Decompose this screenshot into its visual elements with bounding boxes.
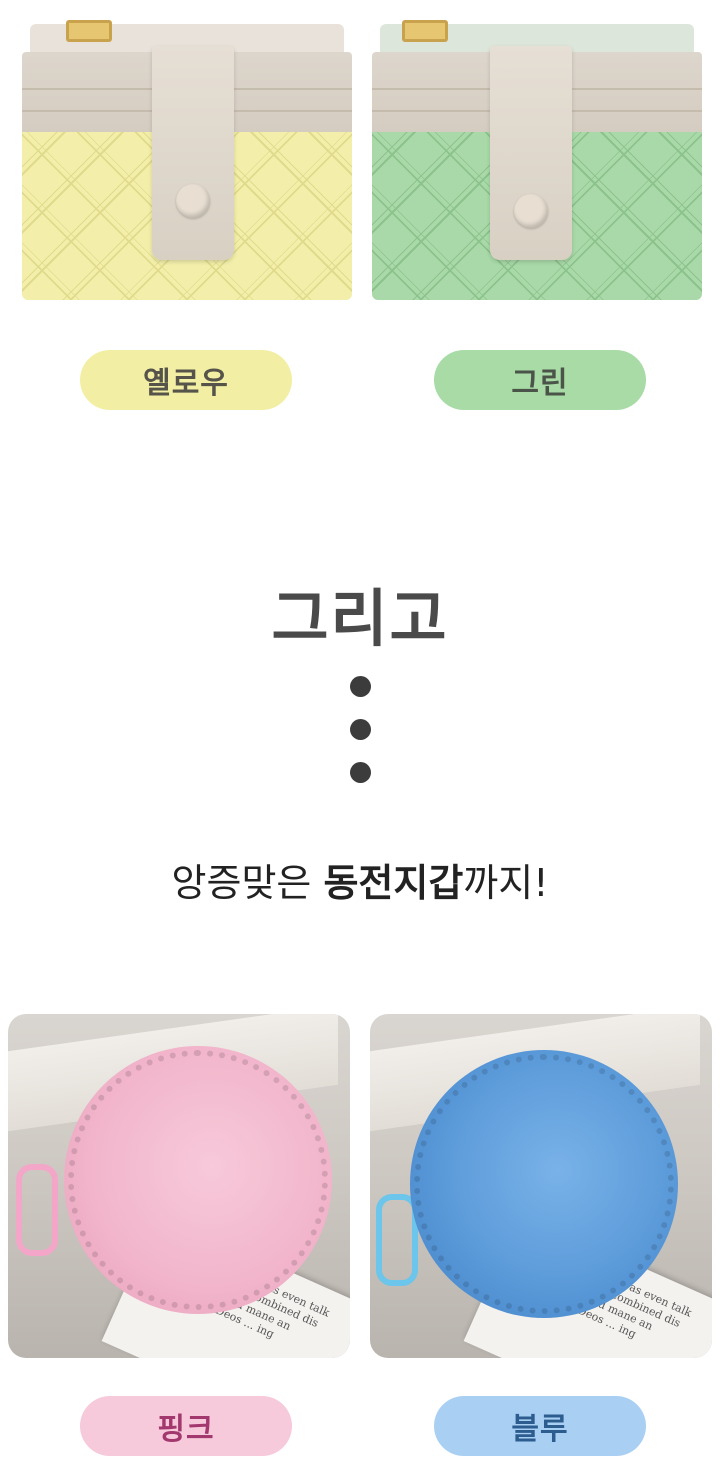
wallet-yellow-image	[22, 20, 352, 300]
zipper-pull	[66, 20, 112, 42]
coin-purse-blue-image: Ben, was even talk She combined dis wild…	[370, 1014, 712, 1358]
coin-purse-pink-image: Ben, was even talk She combined dis wild…	[8, 1014, 350, 1358]
wallet-green-image	[372, 20, 702, 300]
zipper-pull	[402, 20, 448, 42]
color-label-green: 그린	[434, 350, 646, 410]
headline: 그리고	[271, 582, 449, 655]
subheadline: 앙증맞은 동전지갑까지!	[0, 852, 720, 907]
ellipsis-dot	[350, 676, 371, 697]
snap-button	[176, 184, 210, 218]
color-label-yellow: 옐로우	[80, 350, 292, 410]
subheadline-suffix: 까지!	[463, 861, 549, 905]
ellipsis-dot	[350, 719, 371, 740]
wallet-strap	[152, 46, 234, 260]
keychain-hook	[16, 1164, 58, 1256]
color-label-blue: 블루	[434, 1396, 646, 1456]
purse-zipper	[414, 1054, 674, 1314]
color-label-pink: 핑크	[80, 1396, 292, 1456]
snap-button	[514, 194, 548, 228]
subheadline-prefix: 앙증맞은	[171, 861, 324, 905]
subheadline-emphasis: 동전지갑	[323, 861, 464, 905]
purse-zipper	[68, 1050, 328, 1310]
ellipsis-dot	[350, 762, 371, 783]
